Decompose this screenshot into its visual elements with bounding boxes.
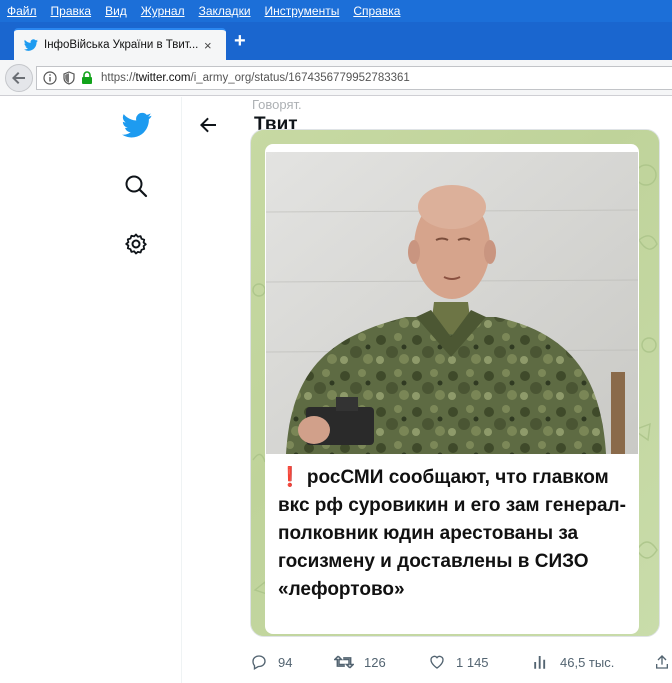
- tab-close-icon[interactable]: ×: [204, 38, 212, 53]
- url-path: /i_army_org/status/1674356779952783361: [190, 72, 410, 84]
- ghost-text: Говорят.: [252, 97, 302, 112]
- nav-bar: https://twitter.com/i_army_org/status/16…: [0, 60, 672, 96]
- photo-illustration: [266, 152, 638, 454]
- sidebar-divider: [181, 97, 182, 683]
- gear-icon[interactable]: [124, 232, 148, 256]
- tweet-actions: 94 126 1 145 46,5 тыс.: [250, 649, 672, 675]
- share-button[interactable]: [654, 653, 670, 671]
- reply-icon: [252, 655, 266, 670]
- retweet-icon: [334, 655, 354, 669]
- like-button[interactable]: 1 145: [428, 653, 489, 671]
- views-button[interactable]: 46,5 тыс.: [532, 653, 614, 671]
- menu-view[interactable]: Вид: [105, 4, 127, 18]
- address-bar[interactable]: https://twitter.com/i_army_org/status/16…: [36, 66, 672, 90]
- menu-file[interactable]: Файл: [7, 4, 37, 18]
- heart-icon: [430, 655, 444, 669]
- tab-strip: ІнфоВійська України в Твит... × +: [0, 22, 672, 60]
- photo-general: [266, 152, 638, 454]
- info-icon[interactable]: [43, 71, 57, 85]
- twitter-bird-icon: [24, 39, 38, 51]
- analytics-icon: [534, 656, 546, 669]
- like-count: 1 145: [456, 654, 489, 670]
- url-scheme: https://: [101, 72, 136, 84]
- url-host: twitter.com: [135, 72, 191, 84]
- menu-tools[interactable]: Инструменты: [265, 4, 340, 18]
- new-tab-button[interactable]: +: [234, 30, 246, 53]
- reply-count: 94: [278, 654, 293, 670]
- reply-button[interactable]: 94: [250, 653, 292, 671]
- twitter-page: Говорят. Твит ❗ росСМИ сообщают, что гла…: [0, 97, 672, 683]
- search-icon[interactable]: [124, 174, 148, 198]
- views-count: 46,5 тыс.: [560, 654, 615, 670]
- back-arrow-icon[interactable]: [198, 115, 218, 135]
- tweet-media[interactable]: ❗ росСМИ сообщают, что главком вкс рф су…: [250, 129, 660, 637]
- menu-bar: Файл Правка Вид Журнал Закладки Инструме…: [0, 0, 672, 22]
- retweet-button[interactable]: 126: [334, 653, 386, 671]
- lock-icon[interactable]: [81, 71, 93, 85]
- share-icon: [656, 655, 668, 669]
- menu-bookmarks[interactable]: Закладки: [199, 4, 251, 18]
- shield-icon[interactable]: [63, 71, 75, 85]
- post-card: ❗ росСМИ сообщают, что главком вкс рф су…: [265, 144, 639, 634]
- twitter-logo-icon[interactable]: [122, 112, 152, 138]
- menu-edit[interactable]: Правка: [51, 4, 92, 18]
- browser-tab[interactable]: ІнфоВійська України в Твит... ×: [14, 28, 226, 60]
- browser-back-button[interactable]: [5, 64, 33, 92]
- url-text: https://twitter.com/i_army_org/status/16…: [101, 72, 410, 84]
- menu-history[interactable]: Журнал: [141, 4, 185, 18]
- arrow-left-icon: [12, 72, 25, 84]
- retweet-count: 126: [364, 654, 386, 670]
- menu-help[interactable]: Справка: [353, 4, 400, 18]
- tweet-caption: ❗ росСМИ сообщают, что главком вкс рф су…: [278, 467, 626, 600]
- tab-title: ІнфоВійська України в Твит...: [44, 39, 199, 51]
